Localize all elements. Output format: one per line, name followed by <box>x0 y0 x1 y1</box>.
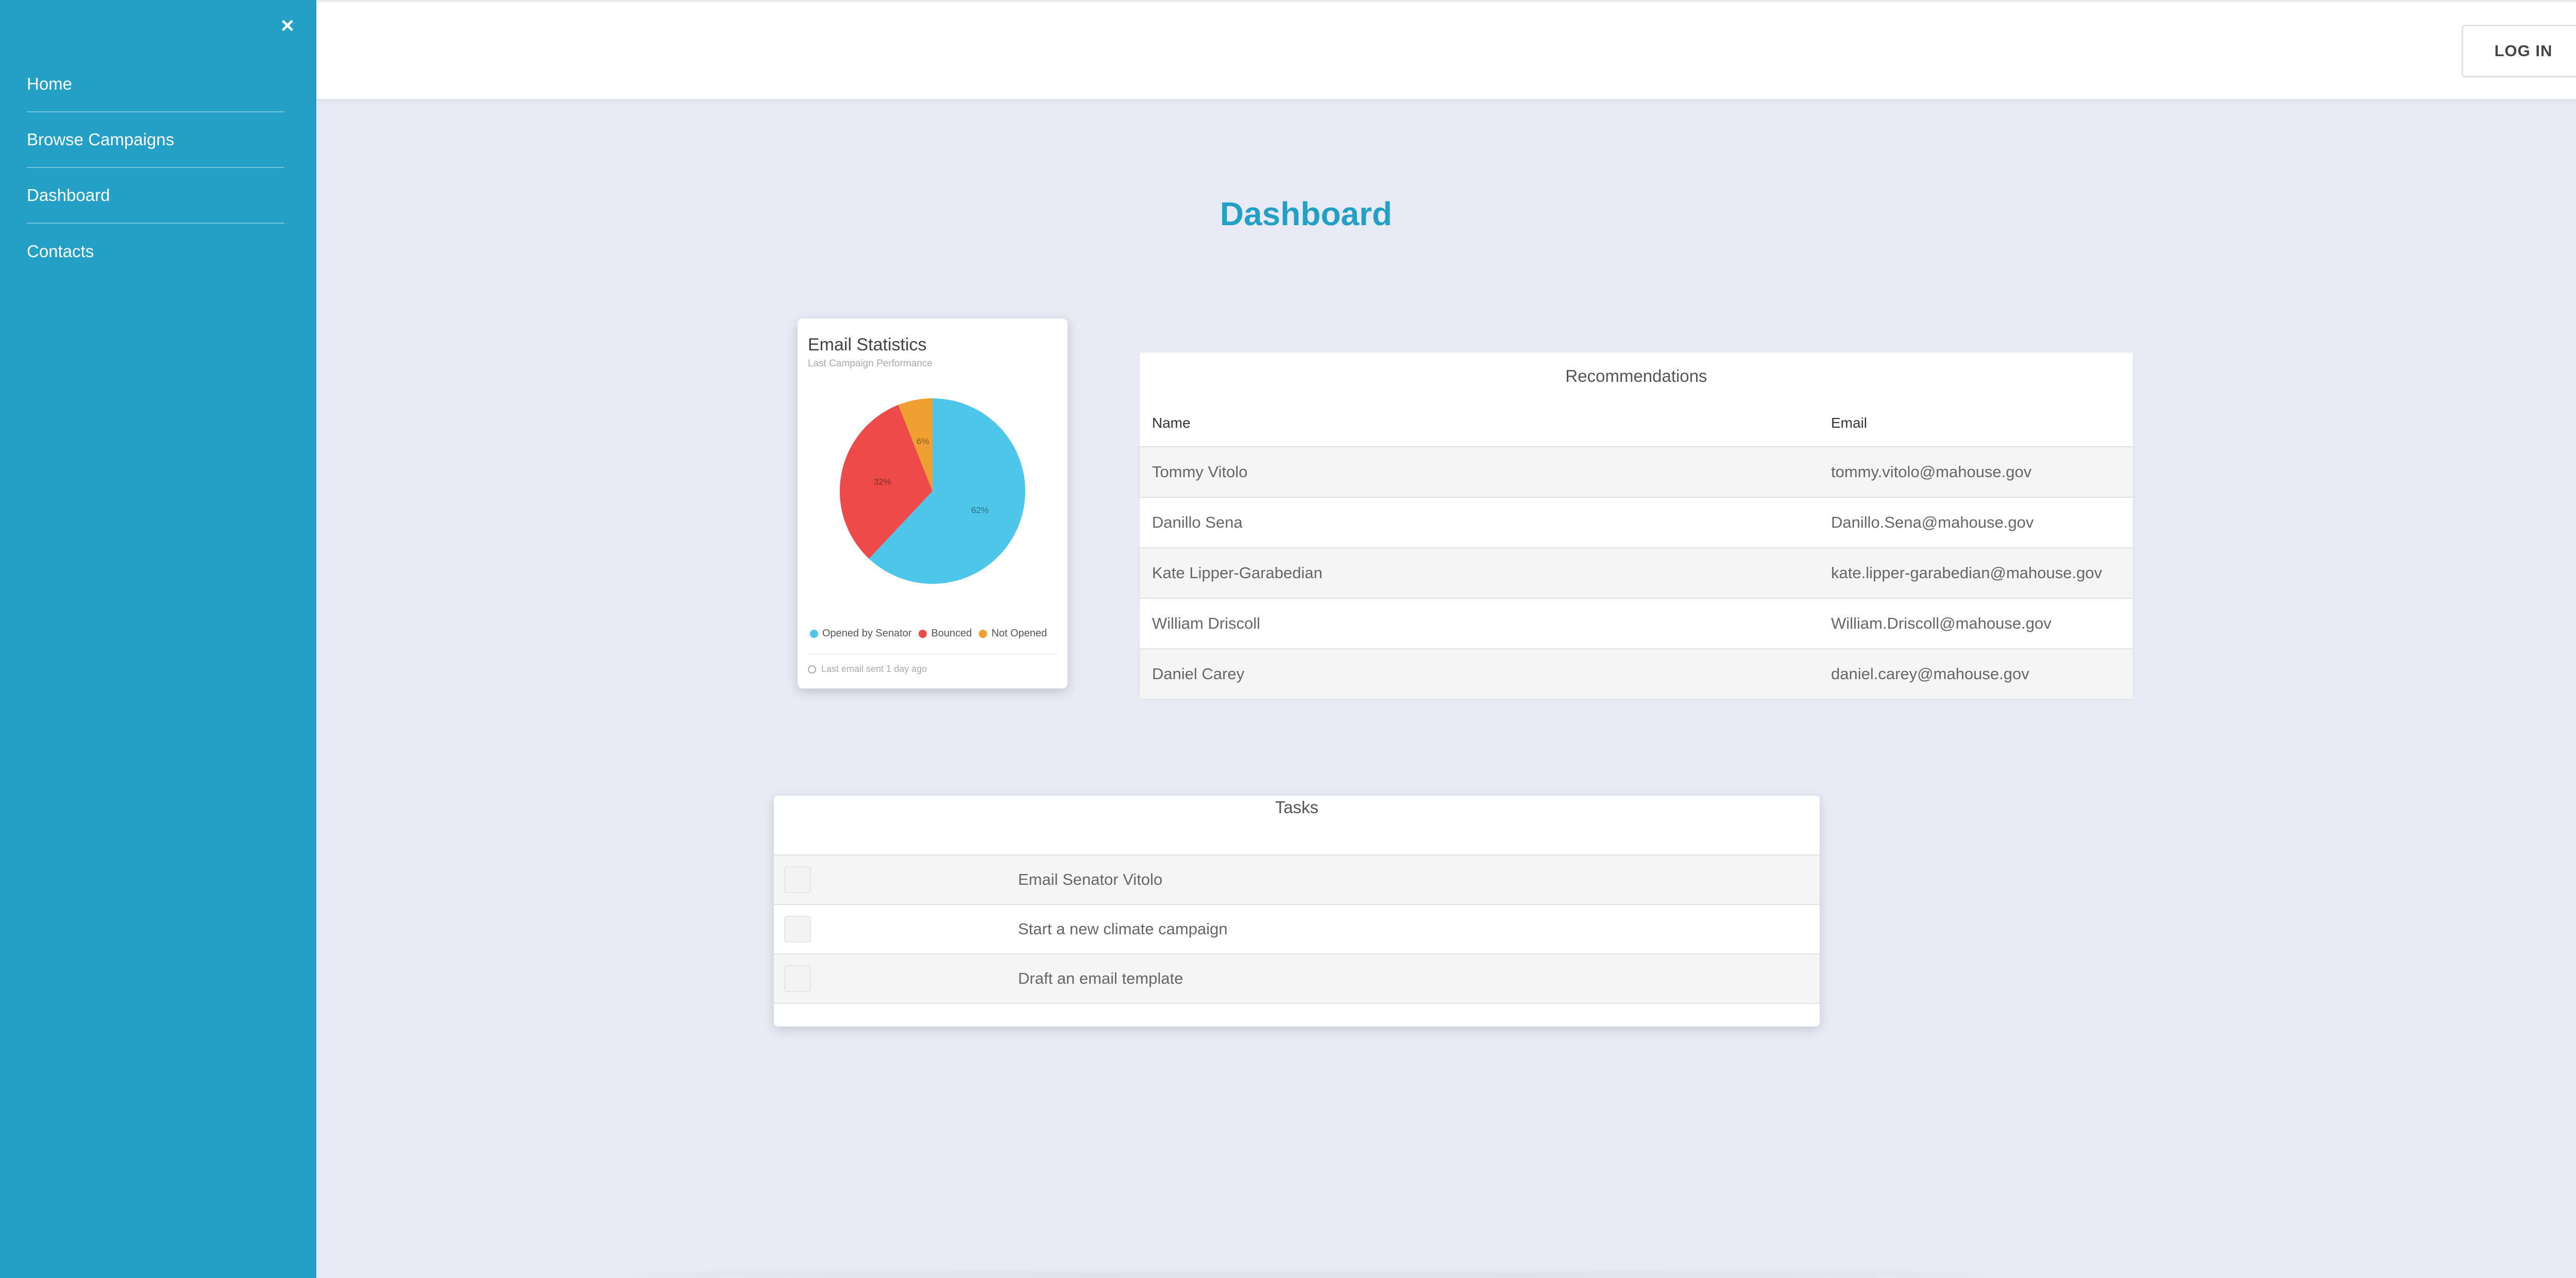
tasks-list: Email Senator Vitolo Start a new climate… <box>774 855 1820 1004</box>
table-row[interactable]: William Driscoll William.Driscoll@mahous… <box>1140 599 2133 649</box>
tasks-panel: Tasks Email Senator Vitolo Start a new c… <box>774 796 1820 1027</box>
sidebar: × Home Browse Campaigns Dashboard Contac… <box>0 0 316 1278</box>
pie-slice-label: 6% <box>917 436 929 446</box>
offscreen-card-shadow <box>629 1273 1989 1278</box>
page-title: Dashboard <box>1219 195 1393 232</box>
tasks-title: Tasks <box>774 796 1820 855</box>
sidebar-item-contacts[interactable]: Contacts <box>27 224 284 279</box>
table-row[interactable]: Danillo Sena Danillo.Sena@mahouse.gov <box>1140 498 2133 548</box>
legend-item: Bounced <box>919 628 972 640</box>
close-icon[interactable]: × <box>278 14 297 37</box>
sidebar-item-browse-campaigns[interactable]: Browse Campaigns <box>27 112 284 168</box>
cell-email: tommy.vitolo@mahouse.gov <box>1831 463 2032 481</box>
clock-icon <box>808 665 816 674</box>
stats-footer-text: Last email sent 1 day ago <box>821 664 927 674</box>
cell-name: Danillo Sena <box>1152 513 1243 531</box>
recommendations-table: Recommendations Name Email Tommy Vitolo … <box>1140 352 2133 700</box>
column-header-email: Email <box>1831 415 1868 431</box>
stats-title: Email Statistics <box>808 335 927 355</box>
pie-chart: 62% 32% 6% <box>837 396 1028 586</box>
task-checkbox[interactable] <box>784 866 811 893</box>
task-label: Start a new climate campaign <box>1018 920 1228 938</box>
cell-email: Danillo.Sena@mahouse.gov <box>1831 513 2034 531</box>
table-row[interactable]: Kate Lipper-Garabedian kate.lipper-garab… <box>1140 548 2133 599</box>
cell-email: kate.lipper-garabedian@mahouse.gov <box>1831 564 2103 582</box>
task-item: Email Senator Vitolo <box>774 855 1820 905</box>
legend-item: Opened by Senator <box>810 628 911 640</box>
task-item: Start a new climate campaign <box>774 905 1820 954</box>
legend-item: Not Opened <box>979 628 1047 640</box>
top-header: LOG IN <box>316 0 2576 99</box>
sidebar-item-home[interactable]: Home <box>27 57 284 112</box>
pie-slice-label: 62% <box>971 505 989 515</box>
table-body: Tommy Vitolo tommy.vitolo@mahouse.gov Da… <box>1140 447 2133 700</box>
sidebar-item-dashboard[interactable]: Dashboard <box>27 168 284 224</box>
legend-label: Bounced <box>931 628 972 639</box>
email-statistics-card: Email Statistics Last Campaign Performan… <box>798 318 1067 688</box>
pie-chart-svg: 62% 32% 6% <box>840 398 1025 584</box>
cell-name: Daniel Carey <box>1152 665 1245 683</box>
cell-name: Tommy Vitolo <box>1152 463 1248 481</box>
legend-label: Not Opened <box>991 628 1047 639</box>
task-checkbox[interactable] <box>784 916 811 943</box>
pie-slice-label: 32% <box>874 477 891 486</box>
login-button[interactable]: LOG IN <box>2462 25 2576 77</box>
chart-legend: Opened by Senator Bounced Not Opened <box>810 628 1054 640</box>
stats-footer: Last email sent 1 day ago <box>808 653 1057 675</box>
table-row[interactable]: Daniel Carey daniel.carey@mahouse.gov <box>1140 649 2133 700</box>
legend-dot-icon <box>919 629 927 638</box>
stats-subtitle: Last Campaign Performance <box>808 358 933 369</box>
table-header: Name Email <box>1140 400 2133 447</box>
column-header-name: Name <box>1152 415 1191 431</box>
task-label: Draft an email template <box>1018 969 1183 987</box>
table-row[interactable]: Tommy Vitolo tommy.vitolo@mahouse.gov <box>1140 447 2133 498</box>
legend-dot-icon <box>979 629 988 638</box>
cell-email: daniel.carey@mahouse.gov <box>1831 665 2029 683</box>
recommendations-title: Recommendations <box>1565 366 1707 385</box>
legend-label: Opened by Senator <box>822 628 912 639</box>
legend-dot-icon <box>810 629 818 638</box>
task-checkbox[interactable] <box>784 965 811 992</box>
task-item: Draft an email template <box>774 954 1820 1004</box>
task-label: Email Senator Vitolo <box>1018 870 1163 888</box>
cell-name: Kate Lipper-Garabedian <box>1152 564 1323 582</box>
cell-email: William.Driscoll@mahouse.gov <box>1831 614 2052 632</box>
sidebar-nav: Home Browse Campaigns Dashboard Contacts <box>27 57 284 279</box>
cell-name: William Driscoll <box>1152 614 1261 632</box>
